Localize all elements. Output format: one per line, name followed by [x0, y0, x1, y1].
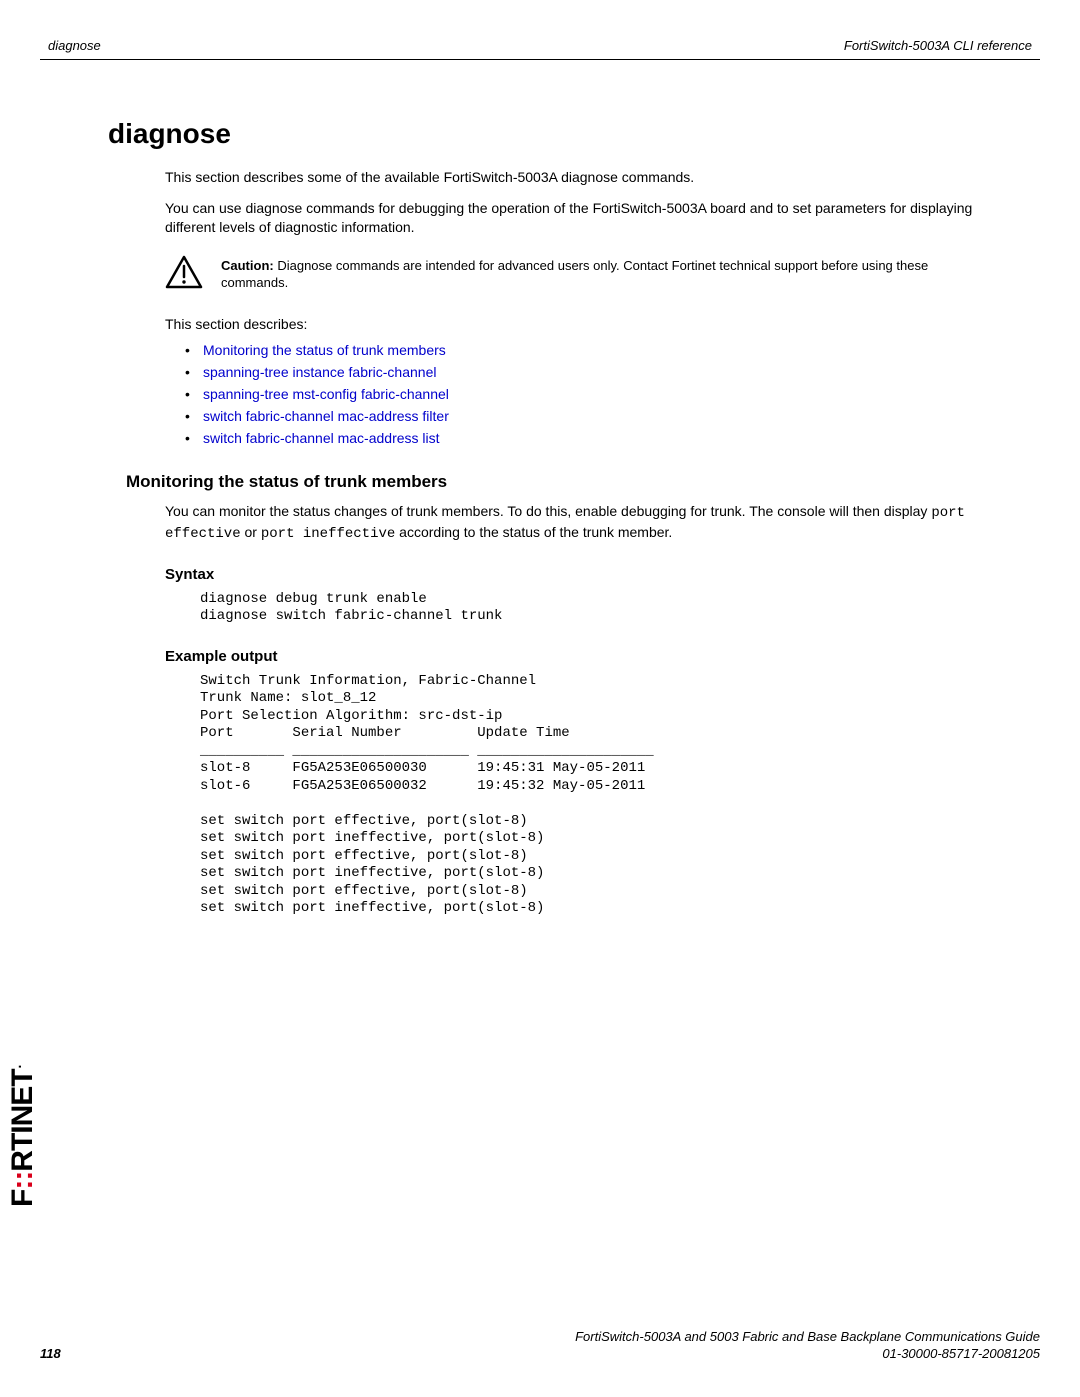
- topic-link[interactable]: Monitoring the status of trunk members: [203, 342, 446, 358]
- monitoring-heading: Monitoring the status of trunk members: [126, 472, 1040, 492]
- header-left: diagnose: [48, 38, 101, 53]
- page-header: diagnose FortiSwitch-5003A CLI reference: [40, 38, 1040, 60]
- list-item: Monitoring the status of trunk members: [185, 342, 985, 358]
- topic-link[interactable]: spanning-tree mst-config fabric-channel: [203, 386, 449, 402]
- topic-link[interactable]: switch fabric-channel mac-address list: [203, 430, 440, 446]
- intro-para-2: You can use diagnose commands for debugg…: [165, 199, 985, 237]
- example-output-block: Switch Trunk Information, Fabric-Channel…: [200, 673, 1000, 918]
- syntax-heading: Syntax: [165, 566, 1040, 583]
- monitoring-para: You can monitor the status changes of tr…: [165, 502, 985, 544]
- list-item: spanning-tree mst-config fabric-channel: [185, 386, 985, 402]
- list-item: spanning-tree instance fabric-channel: [185, 364, 985, 380]
- monitor-post: according to the status of the trunk mem…: [395, 524, 672, 540]
- logo-dot: .: [4, 1065, 26, 1070]
- caution-icon: [165, 255, 203, 292]
- monitor-mid: or: [241, 524, 261, 540]
- page-number: 118: [40, 1346, 61, 1361]
- intro-block: This section describes some of the avail…: [165, 168, 985, 446]
- caution-label: Caution:: [221, 258, 274, 273]
- fortinet-logo: F::RTINET.: [4, 1065, 40, 1207]
- main-heading: diagnose: [108, 118, 1040, 150]
- inline-code: port ineffective: [261, 526, 395, 542]
- footer-guide-title: FortiSwitch-5003A and 5003 Fabric and Ba…: [40, 1329, 1040, 1344]
- page-footer: FortiSwitch-5003A and 5003 Fabric and Ba…: [40, 1329, 1040, 1361]
- monitor-pre: You can monitor the status changes of tr…: [165, 503, 931, 519]
- caution-block: Caution: Diagnose commands are intended …: [165, 255, 985, 292]
- topic-link-list: Monitoring the status of trunk members s…: [185, 342, 985, 446]
- caution-body: Diagnose commands are intended for advan…: [221, 258, 928, 291]
- logo-red-glyph: ::: [6, 1172, 39, 1190]
- header-right: FortiSwitch-5003A CLI reference: [844, 38, 1032, 53]
- list-item: switch fabric-channel mac-address filter: [185, 408, 985, 424]
- syntax-block: diagnose debug trunk enable diagnose swi…: [200, 591, 1000, 626]
- monitoring-block: You can monitor the status changes of tr…: [165, 502, 985, 544]
- logo-text-part2: RTINET: [6, 1069, 39, 1171]
- section-describes: This section describes:: [165, 316, 985, 332]
- document-page: diagnose FortiSwitch-5003A CLI reference…: [0, 0, 1080, 1397]
- footer-row: 118 01-30000-85717-20081205: [40, 1346, 1040, 1361]
- topic-link[interactable]: spanning-tree instance fabric-channel: [203, 364, 436, 380]
- logo-text-part1: F: [6, 1190, 39, 1207]
- footer-doc-id: 01-30000-85717-20081205: [882, 1346, 1040, 1361]
- list-item: switch fabric-channel mac-address list: [185, 430, 985, 446]
- example-output-heading: Example output: [165, 648, 1040, 665]
- topic-link[interactable]: switch fabric-channel mac-address filter: [203, 408, 449, 424]
- intro-para-1: This section describes some of the avail…: [165, 168, 985, 187]
- caution-text: Caution: Diagnose commands are intended …: [221, 255, 985, 292]
